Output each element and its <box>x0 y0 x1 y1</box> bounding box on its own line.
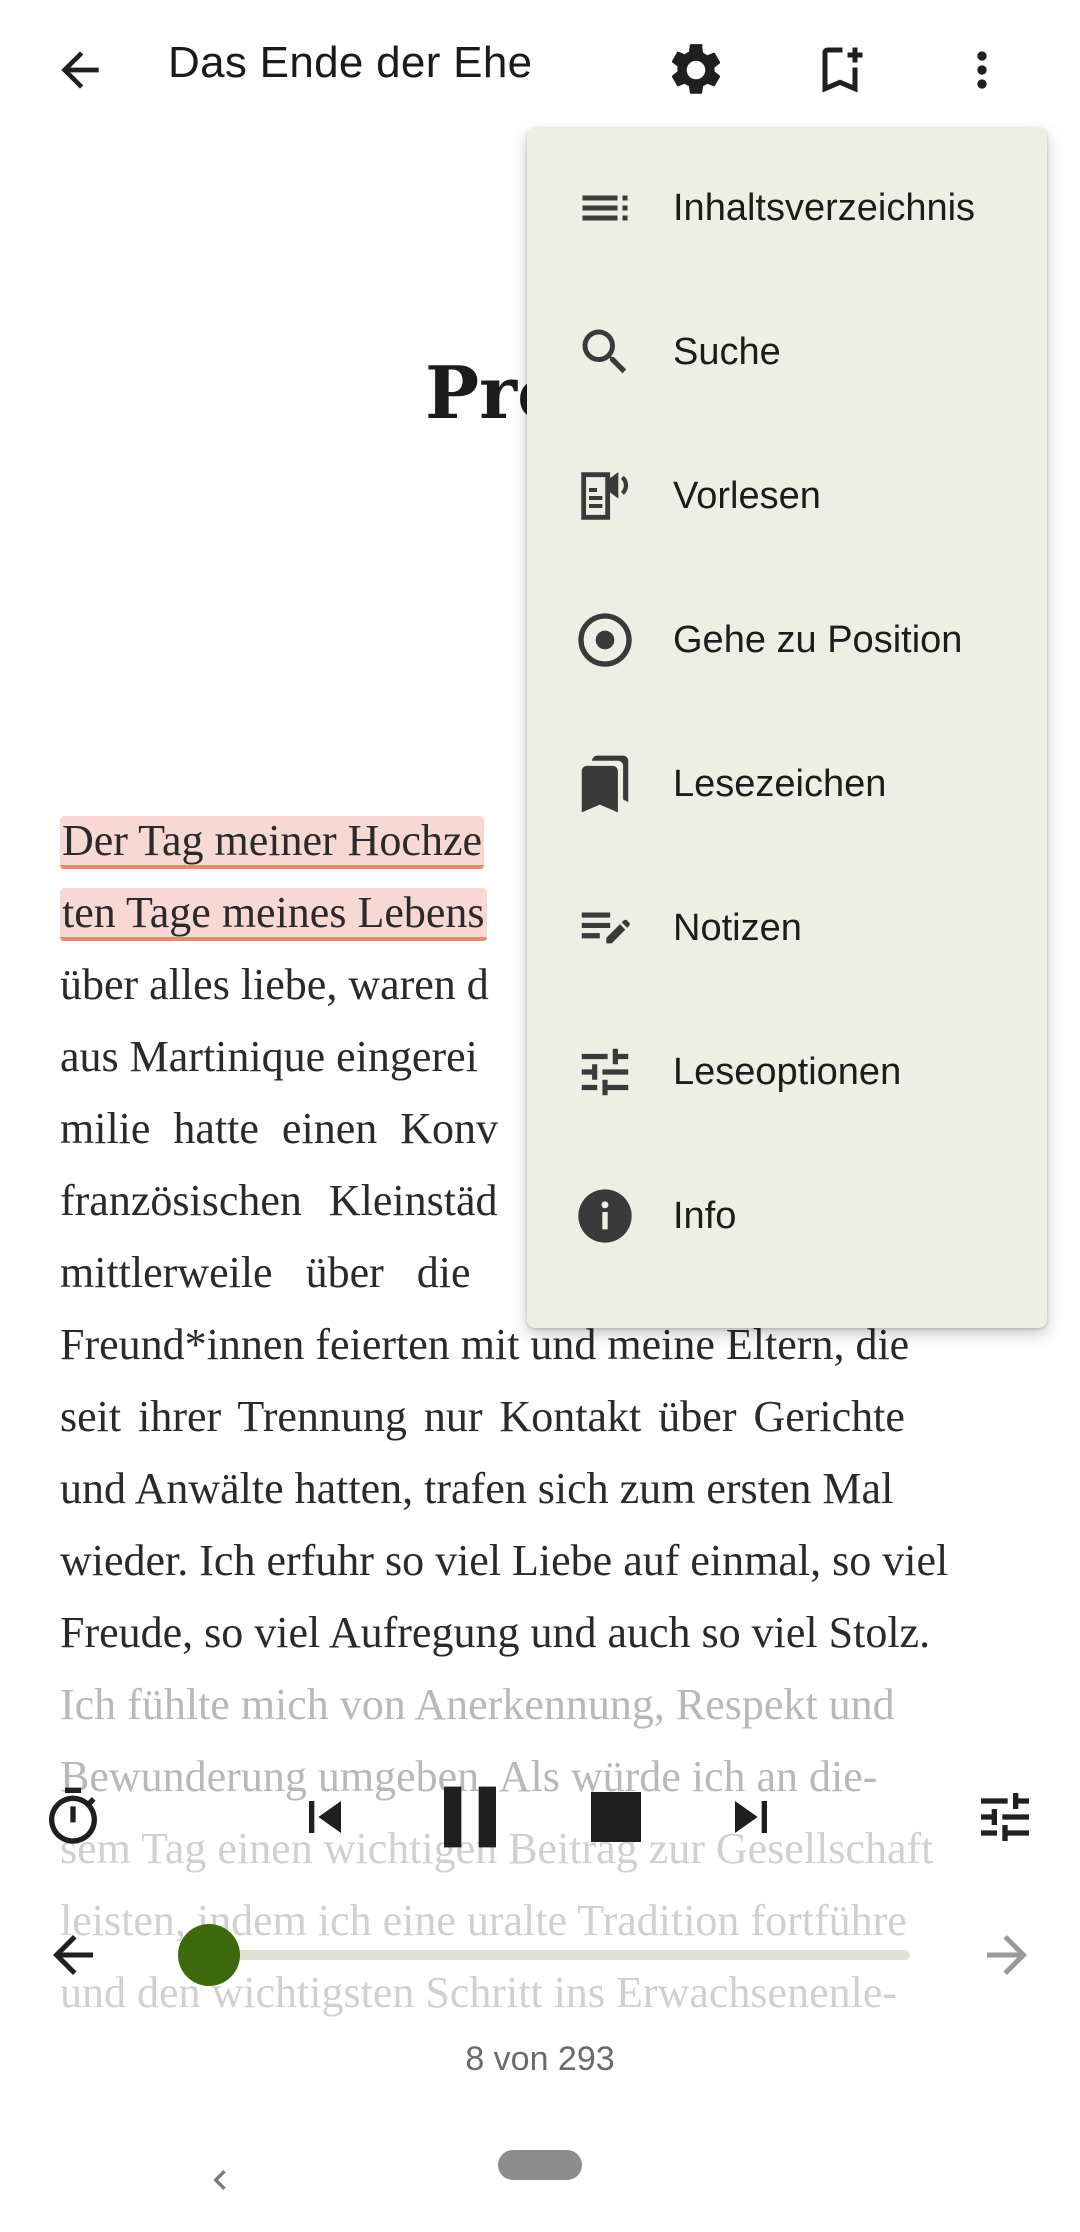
text-line: wieder. Ich erfuhr so viel Liebe auf ein… <box>60 1536 949 1585</box>
menu-item-label: Info <box>673 1194 737 1237</box>
menu-item-notes[interactable]: Notizen <box>527 856 1047 1000</box>
home-pill[interactable] <box>498 2150 582 2180</box>
pause-icon[interactable] <box>418 1765 522 1869</box>
menu-item-label: Lesezeichen <box>673 762 887 805</box>
text-line: und Anwälte hatten, trafen sich zum erst… <box>60 1464 894 1513</box>
menu-item-read-aloud[interactable]: Vorlesen <box>527 424 1047 568</box>
reading-options-icon <box>569 1036 641 1108</box>
menu-item-info[interactable]: Info <box>527 1144 1047 1288</box>
bookmarks-icon <box>569 748 641 820</box>
menu-item-search[interactable]: Suche <box>527 280 1047 424</box>
search-icon <box>569 316 641 388</box>
text-line: Freude, so viel Aufregung und auch so vi… <box>60 1608 931 1657</box>
book-title: Das Ende der Ehe <box>168 38 533 87</box>
menu-item-toc[interactable]: Inhaltsverzeichnis <box>527 136 1047 280</box>
toc-icon <box>569 172 641 244</box>
page-slider-track[interactable] <box>190 1950 910 1960</box>
menu-item-label: Vorlesen <box>673 474 821 517</box>
menu-item-bookmarks[interactable]: Lesezeichen <box>527 712 1047 856</box>
overflow-menu: Inhaltsverzeichnis Suche Vorlesen Gehe z… <box>527 128 1047 1328</box>
back-arrow-icon[interactable] <box>40 30 120 110</box>
menu-item-label: Gehe zu Position <box>673 618 963 661</box>
next-page-arrow-icon[interactable] <box>970 1918 1044 1992</box>
highlighted-text[interactable]: Der Tag meiner Hochze <box>60 816 485 869</box>
page-slider-thumb[interactable] <box>178 1924 241 1986</box>
skip-previous-icon[interactable] <box>288 1780 362 1854</box>
system-back-chevron-icon[interactable] <box>190 2150 250 2210</box>
add-bookmark-icon[interactable] <box>800 30 880 110</box>
highlighted-text[interactable]: ten Tage meines Lebens <box>60 888 487 941</box>
menu-item-label: Suche <box>673 330 781 373</box>
previous-page-arrow-icon[interactable] <box>36 1918 110 1992</box>
info-icon <box>569 1180 641 1252</box>
stop-icon[interactable] <box>564 1765 668 1869</box>
more-vert-icon[interactable] <box>952 30 1012 110</box>
menu-item-label: Inhaltsverzeichnis <box>673 186 976 229</box>
skip-next-icon[interactable] <box>714 1780 788 1854</box>
app-bar: Das Ende der Ehe <box>0 0 1080 140</box>
text-line: seit ihrer Trennung nur Kontakt über Ger… <box>60 1392 905 1441</box>
timer-icon[interactable] <box>36 1780 110 1854</box>
notes-icon <box>569 892 641 964</box>
text-line: Ich fühlte mich von Anerkennung, Respekt… <box>60 1680 895 1729</box>
page-counter: 8 von 293 <box>465 2040 615 2078</box>
menu-item-label: Notizen <box>673 906 802 949</box>
menu-item-goto-position[interactable]: Gehe zu Position <box>527 568 1047 712</box>
tune-icon[interactable] <box>968 1780 1042 1854</box>
read-aloud-icon <box>569 460 641 532</box>
settings-gear-icon[interactable] <box>656 30 736 110</box>
menu-item-label: Leseoptionen <box>673 1050 902 1093</box>
menu-item-reading-options[interactable]: Leseoptionen <box>527 1000 1047 1144</box>
read-aloud-player <box>0 1750 1080 1890</box>
goto-position-icon <box>569 604 641 676</box>
